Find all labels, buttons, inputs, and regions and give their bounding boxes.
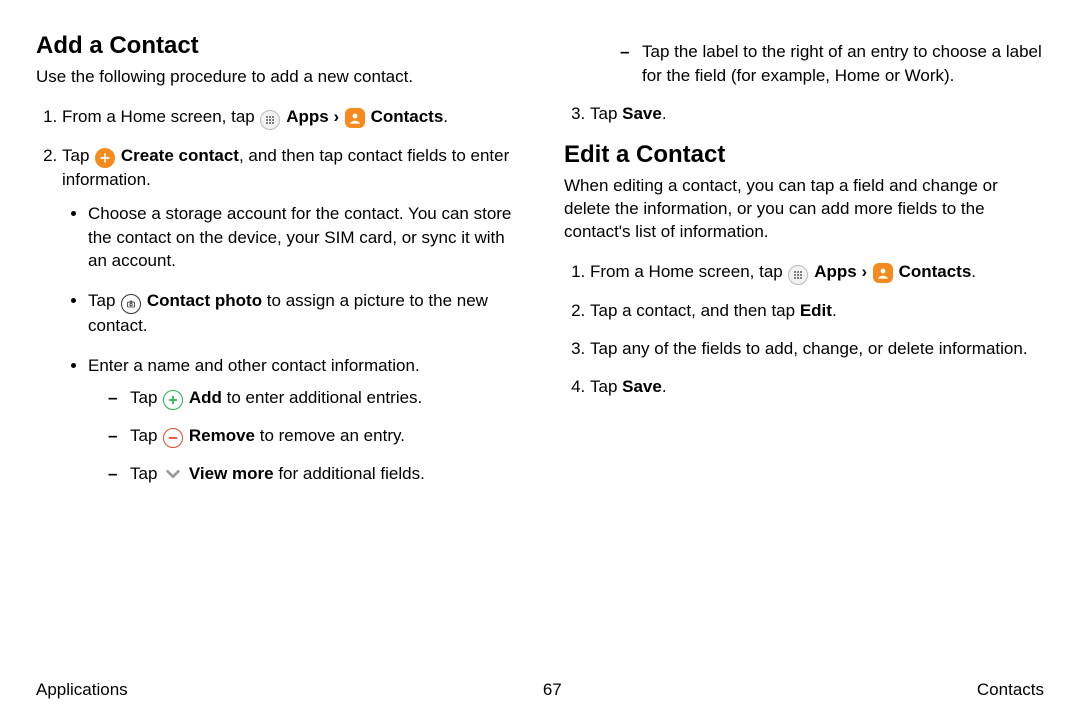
right-column: Tap the label to the right of an entry t… xyxy=(564,32,1044,670)
d2-post: to remove an entry. xyxy=(255,426,405,445)
sub-dashes: Tap Add to enter additional entries. Tap xyxy=(88,386,516,486)
edit-step-4: Tap Save. xyxy=(590,375,1044,399)
contacts-label: Contacts xyxy=(371,107,444,126)
apps-icon xyxy=(788,265,808,285)
footer-page-number: 67 xyxy=(543,680,562,700)
camera-icon xyxy=(121,294,141,314)
edit-step-1: From a Home screen, tap Apps › Contacts. xyxy=(590,260,1044,285)
add-icon xyxy=(163,390,183,410)
step-2: Tap Create contact, and then tap contact… xyxy=(62,144,516,486)
chevron-2: › xyxy=(861,262,871,281)
bullet-contact-photo: Tap Contact photo to assign a picture to… xyxy=(88,289,516,338)
save-label-2: Save xyxy=(622,377,662,396)
remove-label: Remove xyxy=(189,426,255,445)
step-1: From a Home screen, tap Apps › Contacts. xyxy=(62,105,516,130)
dash-label-choice: Tap the label to the right of an entry t… xyxy=(620,40,1044,88)
e1-pre: From a Home screen, tap xyxy=(590,262,787,281)
left-column: Add a Contact Use the following procedur… xyxy=(36,32,516,670)
edit-contact-steps: From a Home screen, tap Apps › Contacts.… xyxy=(564,260,1044,398)
contacts-icon xyxy=(345,108,365,128)
d3-post: for additional fields. xyxy=(274,464,425,483)
step2-bullets: Choose a storage account for the contact… xyxy=(62,202,516,486)
d2-pre: Tap xyxy=(130,426,162,445)
chevron: › xyxy=(333,107,343,126)
dash-remove: Tap Remove to remove an entry. xyxy=(108,424,516,448)
footer-left: Applications xyxy=(36,680,128,700)
step2-pre: Tap xyxy=(62,146,94,165)
bullet-enter-name: Enter a name and other contact informati… xyxy=(88,354,516,486)
apps-label-2: Apps xyxy=(814,262,857,281)
s1-period: . xyxy=(443,107,448,126)
step-3: Tap Save. xyxy=(590,102,1044,126)
bullet-storage: Choose a storage account for the contact… xyxy=(88,202,516,273)
e4-pre: Tap xyxy=(590,377,622,396)
add-contact-steps-continued: Tap Save. xyxy=(564,102,1044,126)
save-label-1: Save xyxy=(622,104,662,123)
dash-add: Tap Add to enter additional entries. xyxy=(108,386,516,410)
step1-pre: From a Home screen, tap xyxy=(62,107,259,126)
add-label: Add xyxy=(189,388,222,407)
chevron-down-icon xyxy=(163,464,183,484)
contacts-icon xyxy=(873,263,893,283)
d1-post: to enter additional entries. xyxy=(222,388,422,407)
footer-right: Contacts xyxy=(977,680,1044,700)
e2-period: . xyxy=(832,301,837,320)
heading-edit-contact: Edit a Contact xyxy=(564,141,1044,169)
edit-step-2: Tap a contact, and then tap Edit. xyxy=(590,299,1044,323)
e4-period: . xyxy=(662,377,667,396)
edit-intro: When editing a contact, you can tap a fi… xyxy=(564,175,1044,244)
step3-pre: Tap xyxy=(590,104,622,123)
create-contact-icon xyxy=(95,148,115,168)
contact-photo-label: Contact photo xyxy=(147,291,262,310)
contacts-label-2: Contacts xyxy=(899,262,972,281)
manual-page: Add a Contact Use the following procedur… xyxy=(0,0,1080,720)
d3-pre: Tap xyxy=(130,464,162,483)
edit-step-3: Tap any of the fields to add, change, or… xyxy=(590,337,1044,361)
e2-pre: Tap a contact, and then tap xyxy=(590,301,800,320)
apps-icon xyxy=(260,110,280,130)
heading-add-contact: Add a Contact xyxy=(36,32,516,60)
dash-viewmore: Tap View more for additional fields. xyxy=(108,462,516,486)
e1-period: . xyxy=(971,262,976,281)
intro-text: Use the following procedure to add a new… xyxy=(36,66,516,89)
add-contact-steps: From a Home screen, tap Apps › Contacts.… xyxy=(36,105,516,486)
apps-label: Apps xyxy=(286,107,329,126)
s3-period: . xyxy=(662,104,667,123)
d1-pre: Tap xyxy=(130,388,162,407)
b3-text: Enter a name and other contact informati… xyxy=(88,356,420,375)
viewmore-label: View more xyxy=(189,464,274,483)
create-contact-label: Create contact xyxy=(121,146,239,165)
b2-pre: Tap xyxy=(88,291,120,310)
continued-dashes: Tap the label to the right of an entry t… xyxy=(564,40,1044,88)
two-column-layout: Add a Contact Use the following procedur… xyxy=(36,32,1044,670)
remove-icon xyxy=(163,428,183,448)
edit-label: Edit xyxy=(800,301,832,320)
page-footer: Applications 67 Contacts xyxy=(36,670,1044,700)
